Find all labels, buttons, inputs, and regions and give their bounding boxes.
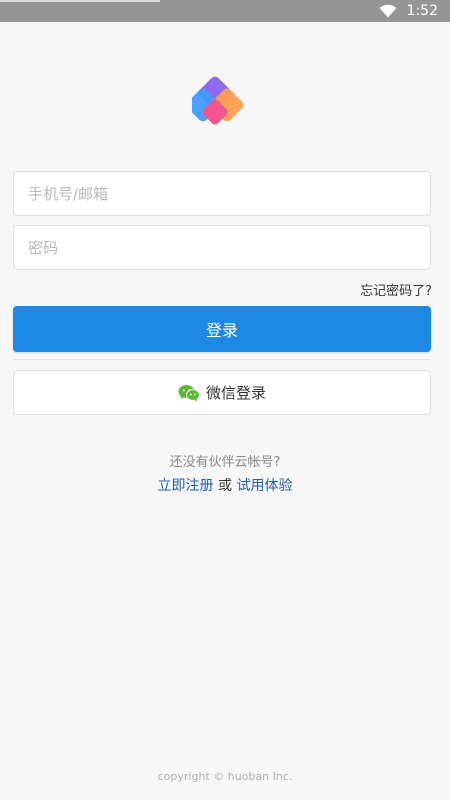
wechat-login-label: 微信登录 (205, 384, 266, 402)
register-link[interactable]: 立即注册 (158, 478, 214, 494)
signup-links: 立即注册 或 试用体验 (0, 475, 450, 495)
wechat-icon (178, 384, 200, 401)
no-account-prompt: 还没有伙伴云帐号? (169, 455, 281, 470)
copyright: copyright © huoban Inc. (157, 770, 293, 783)
status-bar: 1:52 (0, 0, 450, 22)
forgot-password-link[interactable]: 忘记密码了? (360, 280, 432, 299)
status-time: 1:52 (406, 3, 438, 19)
app-logo-icon (192, 76, 244, 125)
or-label: 或 (218, 478, 232, 494)
login-screen: 1:52 忘记密码了? 登录 微信登录 还没有伙伴云帐号? 立即注册 或 试用体 (0, 0, 450, 800)
trial-link[interactable]: 试用体验 (236, 478, 292, 494)
account-input[interactable] (28, 184, 430, 203)
password-field (13, 225, 431, 270)
wechat-login-button[interactable]: 微信登录 (13, 370, 431, 415)
login-button[interactable]: 登录 (13, 306, 431, 352)
wifi-icon (379, 4, 397, 18)
divider (13, 359, 431, 360)
account-field (13, 171, 431, 216)
password-input[interactable] (28, 238, 430, 257)
status-bar-highlight (0, 0, 160, 2)
